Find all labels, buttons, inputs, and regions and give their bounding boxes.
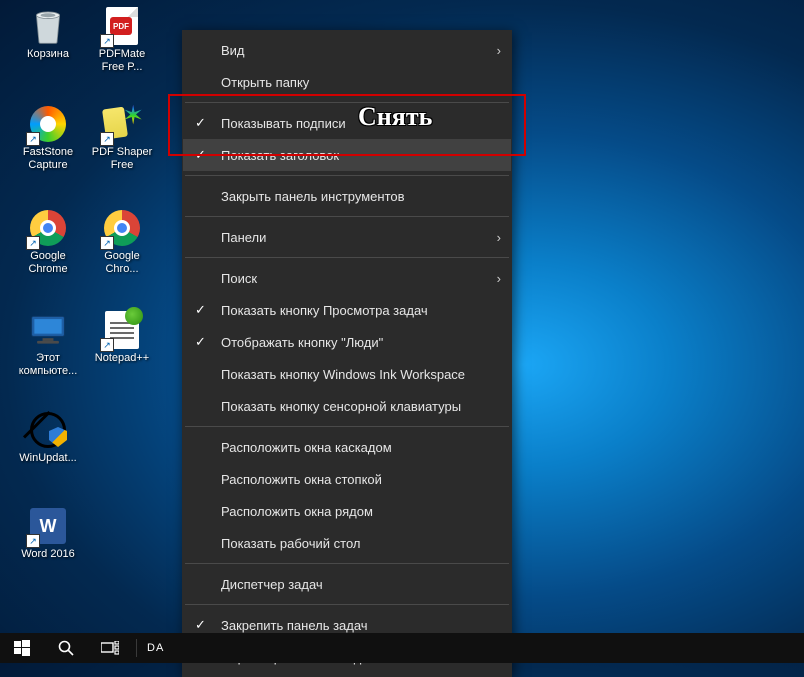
menu-item-open-folder[interactable]: Открыть папку	[183, 66, 511, 98]
check-icon: ✓	[195, 115, 209, 131]
task-view-icon	[101, 641, 119, 655]
icon-label: Google Chro...	[88, 250, 156, 276]
taskbar-context-menu: Вид › Открыть папку ✓ Показывать подписи…	[182, 30, 512, 677]
task-view-button[interactable]	[88, 633, 132, 663]
winupdate-icon	[28, 410, 68, 450]
menu-item-people-button[interactable]: ✓ Отображать кнопку "Люди"	[183, 326, 511, 358]
menu-item-search[interactable]: Поиск ›	[183, 262, 511, 294]
icon-label: PDFMate Free P...	[88, 48, 156, 74]
menu-separator	[185, 563, 509, 564]
icon-faststone[interactable]: ↗ FastStone Capture	[14, 104, 82, 172]
pdfshaper-icon: ↗	[102, 104, 142, 144]
menu-item-label: Расположить окна каскадом	[221, 440, 392, 455]
menu-item-panels[interactable]: Панели ›	[183, 221, 511, 253]
faststone-icon: ↗	[28, 104, 68, 144]
menu-item-cascade-windows[interactable]: Расположить окна каскадом	[183, 431, 511, 463]
start-button[interactable]	[0, 633, 44, 663]
check-icon: ✓	[195, 302, 209, 318]
icon-label: Word 2016	[21, 548, 75, 561]
icon-label: WinUpdat...	[19, 452, 76, 465]
shortcut-arrow-icon: ↗	[100, 338, 114, 352]
menu-item-label: Показать кнопку Windows Ink Workspace	[221, 367, 465, 382]
menu-item-label: Показать заголовок	[221, 148, 339, 163]
menu-item-task-view-button[interactable]: ✓ Показать кнопку Просмотра задач	[183, 294, 511, 326]
taskbar-separator	[136, 639, 137, 657]
menu-separator	[185, 175, 509, 176]
menu-item-label: Диспетчер задач	[221, 577, 323, 592]
icon-label: Notepad++	[95, 352, 149, 365]
menu-item-view[interactable]: Вид ›	[183, 34, 511, 66]
icon-chrome[interactable]: ↗ Google Chrome	[14, 208, 82, 276]
shortcut-arrow-icon: ↗	[100, 236, 114, 250]
check-icon: ✓	[195, 617, 209, 633]
menu-separator	[185, 102, 509, 103]
icon-notepadpp[interactable]: ↗ Notepad++	[88, 310, 156, 365]
notepadpp-icon: ↗	[102, 310, 142, 350]
search-button[interactable]	[44, 633, 88, 663]
shortcut-arrow-icon: ↗	[26, 132, 40, 146]
menu-item-label: Показать кнопку сенсорной клавиатуры	[221, 399, 461, 414]
search-icon	[57, 639, 75, 657]
windows-logo-icon	[14, 640, 30, 656]
check-icon: ✓	[195, 334, 209, 350]
icon-this-pc[interactable]: Этот компьюте...	[14, 310, 82, 378]
menu-separator	[185, 216, 509, 217]
icon-pdfshaper[interactable]: ↗ PDF Shaper Free	[88, 104, 156, 172]
menu-separator	[185, 257, 509, 258]
check-icon: ✓	[195, 147, 209, 163]
menu-item-show-title[interactable]: ✓ Показать заголовок	[183, 139, 511, 171]
submenu-arrow-icon: ›	[497, 230, 501, 245]
icon-label: Google Chrome	[14, 250, 82, 276]
menu-item-task-manager[interactable]: Диспетчер задач	[183, 568, 511, 600]
icon-word[interactable]: W ↗ Word 2016	[14, 506, 82, 561]
pdf-document-icon: PDF ↗	[102, 6, 142, 46]
shortcut-arrow-icon: ↗	[100, 132, 114, 146]
icon-pdfmate[interactable]: PDF ↗ PDFMate Free P...	[88, 6, 156, 74]
recycle-bin-icon	[28, 6, 68, 46]
word-icon: W ↗	[28, 506, 68, 546]
icon-chrome-2[interactable]: ↗ Google Chro...	[88, 208, 156, 276]
menu-item-label: Вид	[221, 43, 245, 58]
taskbar-toolbar-label[interactable]: DA	[141, 642, 170, 654]
shortcut-arrow-icon: ↗	[26, 534, 40, 548]
menu-item-show-labels[interactable]: ✓ Показывать подписи	[183, 107, 511, 139]
menu-item-label: Открыть папку	[221, 75, 309, 90]
submenu-arrow-icon: ›	[497, 43, 501, 58]
shortcut-arrow-icon: ↗	[100, 34, 114, 48]
icon-label: PDF Shaper Free	[88, 146, 156, 172]
menu-item-label: Показывать подписи	[221, 116, 346, 131]
submenu-arrow-icon: ›	[497, 271, 501, 286]
menu-item-label: Расположить окна стопкой	[221, 472, 382, 487]
menu-item-stack-windows[interactable]: Расположить окна стопкой	[183, 463, 511, 495]
menu-item-side-by-side-windows[interactable]: Расположить окна рядом	[183, 495, 511, 527]
menu-item-ink-workspace-button[interactable]: Показать кнопку Windows Ink Workspace	[183, 358, 511, 390]
menu-item-label: Отображать кнопку "Люди"	[221, 335, 383, 350]
taskbar: DA	[0, 633, 804, 663]
menu-item-label: Расположить окна рядом	[221, 504, 373, 519]
menu-separator	[185, 426, 509, 427]
icon-label: Корзина	[27, 48, 69, 61]
icon-label: Этот компьюте...	[14, 352, 82, 378]
menu-item-label: Показать рабочий стол	[221, 536, 360, 551]
menu-item-label: Показать кнопку Просмотра задач	[221, 303, 428, 318]
menu-separator	[185, 604, 509, 605]
chrome-icon: ↗	[28, 208, 68, 248]
menu-item-touch-keyboard-button[interactable]: Показать кнопку сенсорной клавиатуры	[183, 390, 511, 422]
icon-winupdate[interactable]: WinUpdat...	[14, 410, 82, 465]
shortcut-arrow-icon: ↗	[26, 236, 40, 250]
menu-item-label: Закрыть панель инструментов	[221, 189, 405, 204]
menu-item-show-desktop[interactable]: Показать рабочий стол	[183, 527, 511, 559]
menu-item-label: Панели	[221, 230, 266, 245]
menu-item-close-toolbar[interactable]: Закрыть панель инструментов	[183, 180, 511, 212]
chrome-icon: ↗	[102, 208, 142, 248]
computer-icon	[28, 310, 68, 350]
icon-label: FastStone Capture	[14, 146, 82, 172]
icon-recycle-bin[interactable]: Корзина	[14, 6, 82, 61]
menu-item-label: Поиск	[221, 271, 257, 286]
menu-item-label: Закрепить панель задач	[221, 618, 368, 633]
